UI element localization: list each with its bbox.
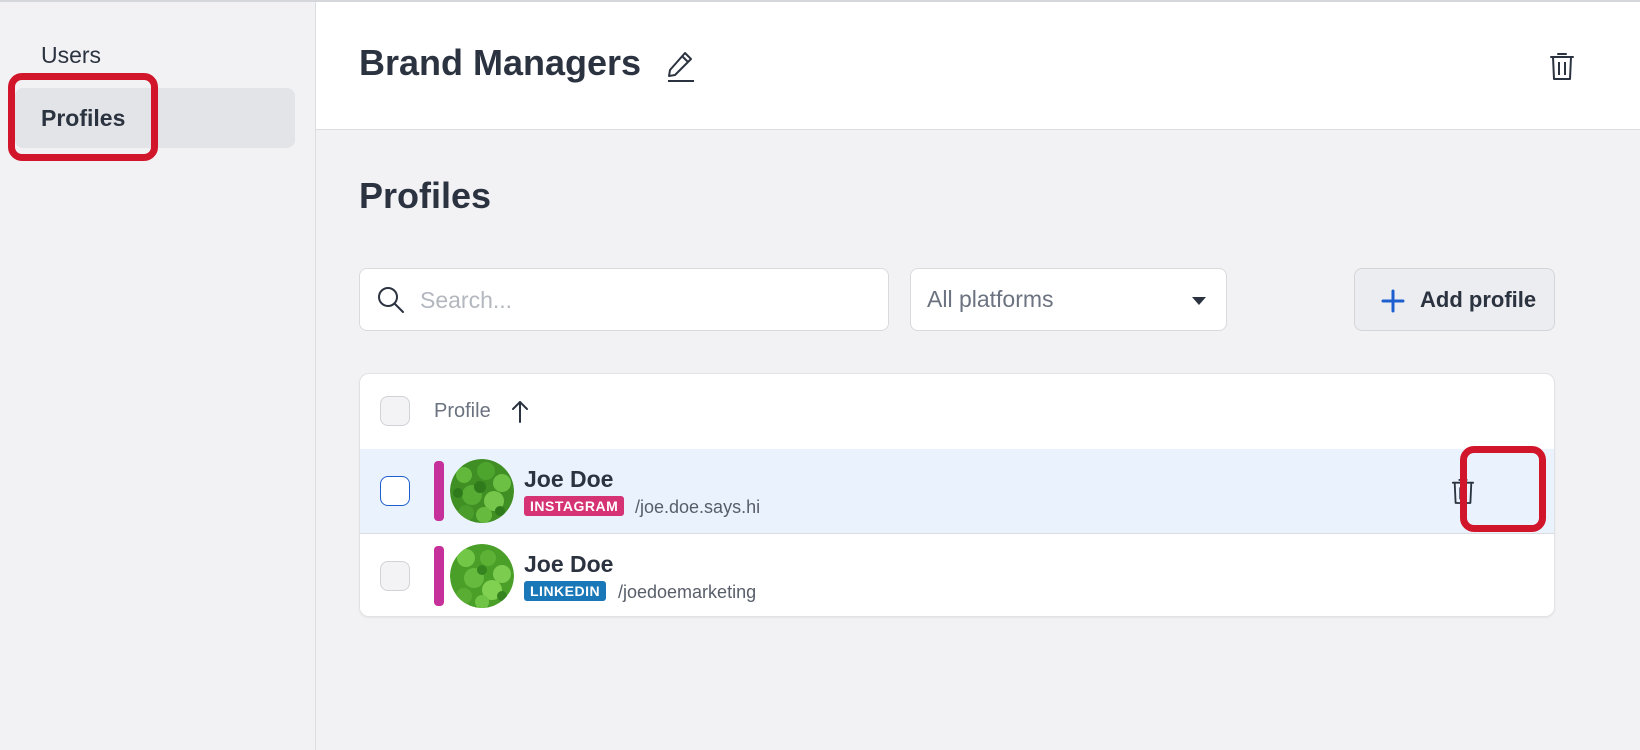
add-profile-label: Add profile <box>1420 287 1537 312</box>
avatar <box>450 459 514 523</box>
profiles-table: Profile Joe Doe INSTAGRAM /joe.doe.says.… <box>359 373 1555 617</box>
profile-color-bar <box>434 546 444 606</box>
section-title: Profiles <box>359 175 492 216</box>
table-row[interactable]: Joe Doe LINKEDIN /joedoemarketing <box>360 534 1554 616</box>
sidebar-item-users[interactable]: Users <box>15 25 295 85</box>
table-row[interactable]: Joe Doe INSTAGRAM /joe.doe.says.hi <box>360 449 1554 534</box>
row-checkbox[interactable] <box>380 561 410 591</box>
profile-handle: /joe.doe.says.hi <box>635 497 761 517</box>
chevron-down-icon <box>1192 297 1206 305</box>
search-input[interactable] <box>418 269 872 332</box>
search-box <box>359 268 889 332</box>
pencil-icon <box>668 52 694 82</box>
row-checkbox[interactable] <box>380 476 410 506</box>
select-all-checkbox[interactable] <box>380 396 410 426</box>
sidebar: Users Profiles <box>0 2 316 750</box>
sidebar-item-label: Profiles <box>41 104 126 131</box>
profile-name: Joe Doe <box>524 551 614 577</box>
edit-title-button[interactable] <box>661 46 701 86</box>
plus-icon <box>1381 289 1405 313</box>
trash-icon <box>1451 479 1475 504</box>
add-profile-button[interactable]: Add profile <box>1354 268 1555 331</box>
delete-profile-button[interactable] <box>1445 473 1481 509</box>
delete-group-button[interactable] <box>1544 46 1580 86</box>
page-title: Brand Managers <box>359 42 642 83</box>
search-icon <box>378 287 404 313</box>
avatar <box>450 544 514 608</box>
column-header-profile[interactable]: Profile <box>434 400 491 423</box>
platform-filter-value: All platforms <box>927 286 1054 312</box>
sidebar-item-label: Users <box>41 41 102 68</box>
trash-icon <box>1550 53 1574 80</box>
table-header: Profile <box>360 374 1554 450</box>
sidebar-item-profiles[interactable]: Profiles <box>15 88 295 148</box>
platform-badge: INSTAGRAM <box>524 496 625 516</box>
platform-badge: LINKEDIN <box>524 581 607 601</box>
arrow-up-icon[interactable] <box>508 398 532 424</box>
page-header: Brand Managers <box>316 2 1640 130</box>
platform-filter-select[interactable]: All platforms <box>910 268 1227 331</box>
profile-name: Joe Doe <box>524 466 614 492</box>
profile-handle: /joedoemarketing <box>618 582 757 602</box>
profile-color-bar <box>434 461 444 521</box>
